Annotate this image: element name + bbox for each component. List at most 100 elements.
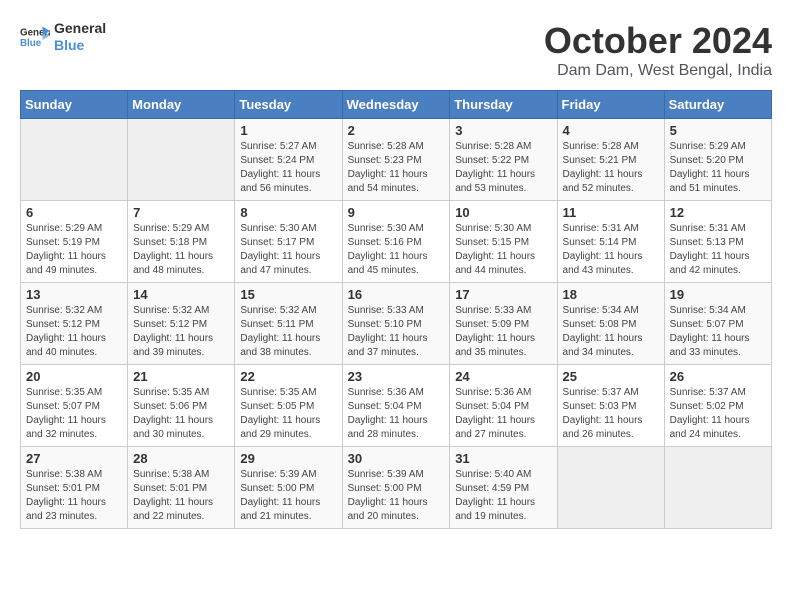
day-cell: 4Sunrise: 5:28 AM Sunset: 5:21 PM Daylig… — [557, 119, 664, 201]
day-info: Sunrise: 5:40 AM Sunset: 4:59 PM Dayligh… — [455, 468, 551, 524]
day-cell: 25Sunrise: 5:37 AM Sunset: 5:03 PM Dayli… — [557, 365, 664, 447]
day-number: 6 — [26, 205, 122, 220]
day-info: Sunrise: 5:31 AM Sunset: 5:13 PM Dayligh… — [670, 222, 766, 278]
day-info: Sunrise: 5:30 AM Sunset: 5:15 PM Dayligh… — [455, 222, 551, 278]
day-info: Sunrise: 5:39 AM Sunset: 5:00 PM Dayligh… — [240, 468, 336, 524]
day-cell — [128, 119, 235, 201]
day-cell: 18 Sunrise: 5:34 AM Sunset: 5:08 PM Dayli… — [557, 283, 664, 365]
month-title: October 2024 — [544, 20, 772, 62]
day-number: 3 — [455, 123, 551, 138]
week-row-3: 20 Sunrise: 5:35 AM Sunset: 5:07 PM Dayli… — [21, 365, 772, 447]
day-cell: 29 Sunrise: 5:39 AM Sunset: 5:00 PM Dayli… — [235, 447, 342, 529]
day-number: 20 — [26, 369, 122, 384]
day-cell — [557, 447, 664, 529]
header-friday: Friday — [557, 91, 664, 119]
day-number: 31 — [455, 451, 551, 466]
day-info: Sunrise: 5:30 AM Sunset: 5:17 PM Dayligh… — [240, 222, 336, 278]
day-number: 12 — [670, 205, 766, 220]
day-number: 17 — [455, 287, 551, 302]
day-info: Sunrise: 5:32 AM Sunset: 5:12 PM Dayligh… — [26, 304, 122, 360]
day-number: 13 — [26, 287, 122, 302]
day-number: 19 — [670, 287, 766, 302]
day-cell: 20 Sunrise: 5:35 AM Sunset: 5:07 PM Dayli… — [21, 365, 128, 447]
week-row-0: 1Sunrise: 5:27 AM Sunset: 5:24 PM Daylig… — [21, 119, 772, 201]
day-number: 2 — [348, 123, 445, 138]
day-number: 27 — [26, 451, 122, 466]
day-cell: 26 Sunrise: 5:37 AM Sunset: 5:02 PM Dayli… — [664, 365, 771, 447]
day-info: Sunrise: 5:32 AM Sunset: 5:12 PM Dayligh… — [133, 304, 229, 360]
day-cell: 16Sunrise: 5:33 AM Sunset: 5:10 PM Dayli… — [342, 283, 450, 365]
day-info: Sunrise: 5:29 AM Sunset: 5:20 PM Dayligh… — [670, 140, 766, 196]
logo-blue: Blue — [54, 37, 106, 54]
day-cell: 14Sunrise: 5:32 AM Sunset: 5:12 PM Dayli… — [128, 283, 235, 365]
header-sunday: Sunday — [21, 91, 128, 119]
day-info: Sunrise: 5:35 AM Sunset: 5:06 PM Dayligh… — [133, 386, 229, 442]
day-info: Sunrise: 5:35 AM Sunset: 5:05 PM Dayligh… — [240, 386, 336, 442]
day-cell: 2 Sunrise: 5:28 AM Sunset: 5:23 PM Daylig… — [342, 119, 450, 201]
day-number: 23 — [348, 369, 445, 384]
logo-icon: General Blue — [20, 25, 50, 49]
day-number: 30 — [348, 451, 445, 466]
day-cell: 19Sunrise: 5:34 AM Sunset: 5:07 PM Dayli… — [664, 283, 771, 365]
day-cell — [664, 447, 771, 529]
day-number: 5 — [670, 123, 766, 138]
day-cell: 31 Sunrise: 5:40 AM Sunset: 4:59 PM Dayli… — [450, 447, 557, 529]
day-info: Sunrise: 5:38 AM Sunset: 5:01 PM Dayligh… — [133, 468, 229, 524]
day-cell: 22 Sunrise: 5:35 AM Sunset: 5:05 PM Dayli… — [235, 365, 342, 447]
day-cell: 13 Sunrise: 5:32 AM Sunset: 5:12 PM Dayli… — [21, 283, 128, 365]
day-info: Sunrise: 5:30 AM Sunset: 5:16 PM Dayligh… — [348, 222, 445, 278]
day-cell: 21 Sunrise: 5:35 AM Sunset: 5:06 PM Dayli… — [128, 365, 235, 447]
page-header: General Blue General Blue October 2024 D… — [20, 20, 772, 80]
day-number: 16 — [348, 287, 445, 302]
day-cell — [21, 119, 128, 201]
day-number: 11 — [563, 205, 659, 220]
week-row-2: 13 Sunrise: 5:32 AM Sunset: 5:12 PM Dayli… — [21, 283, 772, 365]
day-info: Sunrise: 5:38 AM Sunset: 5:01 PM Dayligh… — [26, 468, 122, 524]
day-number: 29 — [240, 451, 336, 466]
calendar-table: SundayMondayTuesdayWednesdayThursdayFrid… — [20, 90, 772, 529]
day-info: Sunrise: 5:28 AM Sunset: 5:22 PM Dayligh… — [455, 140, 551, 196]
day-info: Sunrise: 5:34 AM Sunset: 5:08 PM Dayligh… — [563, 304, 659, 360]
title-area: October 2024 Dam Dam, West Bengal, India — [544, 20, 772, 80]
day-cell: 24 Sunrise: 5:36 AM Sunset: 5:04 PM Dayli… — [450, 365, 557, 447]
header-tuesday: Tuesday — [235, 91, 342, 119]
day-info: Sunrise: 5:32 AM Sunset: 5:11 PM Dayligh… — [240, 304, 336, 360]
week-row-1: 6 Sunrise: 5:29 AM Sunset: 5:19 PM Daylig… — [21, 201, 772, 283]
header-thursday: Thursday — [450, 91, 557, 119]
day-cell: 27 Sunrise: 5:38 AM Sunset: 5:01 PM Dayli… — [21, 447, 128, 529]
day-cell: 3 Sunrise: 5:28 AM Sunset: 5:22 PM Daylig… — [450, 119, 557, 201]
day-info: Sunrise: 5:29 AM Sunset: 5:19 PM Dayligh… — [26, 222, 122, 278]
day-cell: 7Sunrise: 5:29 AM Sunset: 5:18 PM Daylig… — [128, 201, 235, 283]
day-cell: 12 Sunrise: 5:31 AM Sunset: 5:13 PM Dayli… — [664, 201, 771, 283]
day-info: Sunrise: 5:36 AM Sunset: 5:04 PM Dayligh… — [455, 386, 551, 442]
day-number: 18 — [563, 287, 659, 302]
day-info: Sunrise: 5:35 AM Sunset: 5:07 PM Dayligh… — [26, 386, 122, 442]
day-cell: 1Sunrise: 5:27 AM Sunset: 5:24 PM Daylig… — [235, 119, 342, 201]
day-cell: 15Sunrise: 5:32 AM Sunset: 5:11 PM Dayli… — [235, 283, 342, 365]
day-cell: 11 Sunrise: 5:31 AM Sunset: 5:14 PM Dayli… — [557, 201, 664, 283]
day-number: 9 — [348, 205, 445, 220]
day-number: 24 — [455, 369, 551, 384]
header-monday: Monday — [128, 91, 235, 119]
day-number: 4 — [563, 123, 659, 138]
day-cell: 17 Sunrise: 5:33 AM Sunset: 5:09 PM Dayli… — [450, 283, 557, 365]
day-info: Sunrise: 5:33 AM Sunset: 5:09 PM Dayligh… — [455, 304, 551, 360]
logo-general: General — [54, 20, 106, 37]
logo: General Blue General Blue — [20, 20, 106, 54]
day-cell: 10Sunrise: 5:30 AM Sunset: 5:15 PM Dayli… — [450, 201, 557, 283]
day-info: Sunrise: 5:37 AM Sunset: 5:02 PM Dayligh… — [670, 386, 766, 442]
day-cell: 30Sunrise: 5:39 AM Sunset: 5:00 PM Dayli… — [342, 447, 450, 529]
day-info: Sunrise: 5:28 AM Sunset: 5:23 PM Dayligh… — [348, 140, 445, 196]
day-info: Sunrise: 5:36 AM Sunset: 5:04 PM Dayligh… — [348, 386, 445, 442]
day-info: Sunrise: 5:31 AM Sunset: 5:14 PM Dayligh… — [563, 222, 659, 278]
day-number: 1 — [240, 123, 336, 138]
day-number: 21 — [133, 369, 229, 384]
day-info: Sunrise: 5:37 AM Sunset: 5:03 PM Dayligh… — [563, 386, 659, 442]
day-number: 22 — [240, 369, 336, 384]
day-number: 7 — [133, 205, 229, 220]
svg-text:Blue: Blue — [20, 38, 42, 49]
day-number: 28 — [133, 451, 229, 466]
day-number: 26 — [670, 369, 766, 384]
location-subtitle: Dam Dam, West Bengal, India — [544, 62, 772, 80]
day-cell: 5 Sunrise: 5:29 AM Sunset: 5:20 PM Daylig… — [664, 119, 771, 201]
